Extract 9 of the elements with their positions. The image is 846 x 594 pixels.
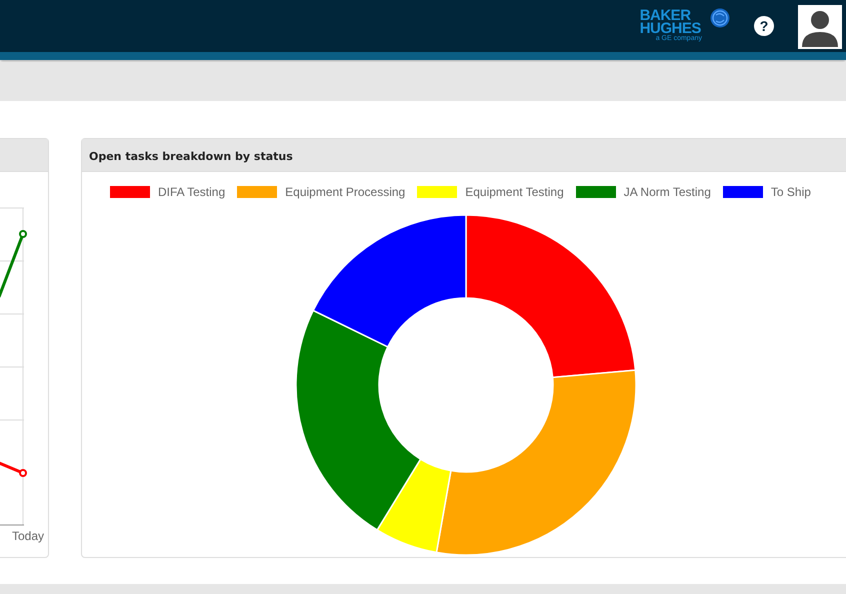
emblem-icon	[710, 8, 730, 28]
legend-label: DIFA Testing	[158, 184, 226, 201]
legend-label: JA Norm Testing	[624, 184, 711, 201]
legend-label: Equipment Testing	[465, 184, 564, 201]
legend-label: To Ship	[770, 184, 811, 201]
axis-label: Today	[12, 528, 45, 545]
help-button[interactable]: ?	[754, 16, 774, 36]
card-title: Open tasks breakdown by status	[89, 150, 293, 163]
legend-label: Equipment Processing	[285, 184, 406, 201]
